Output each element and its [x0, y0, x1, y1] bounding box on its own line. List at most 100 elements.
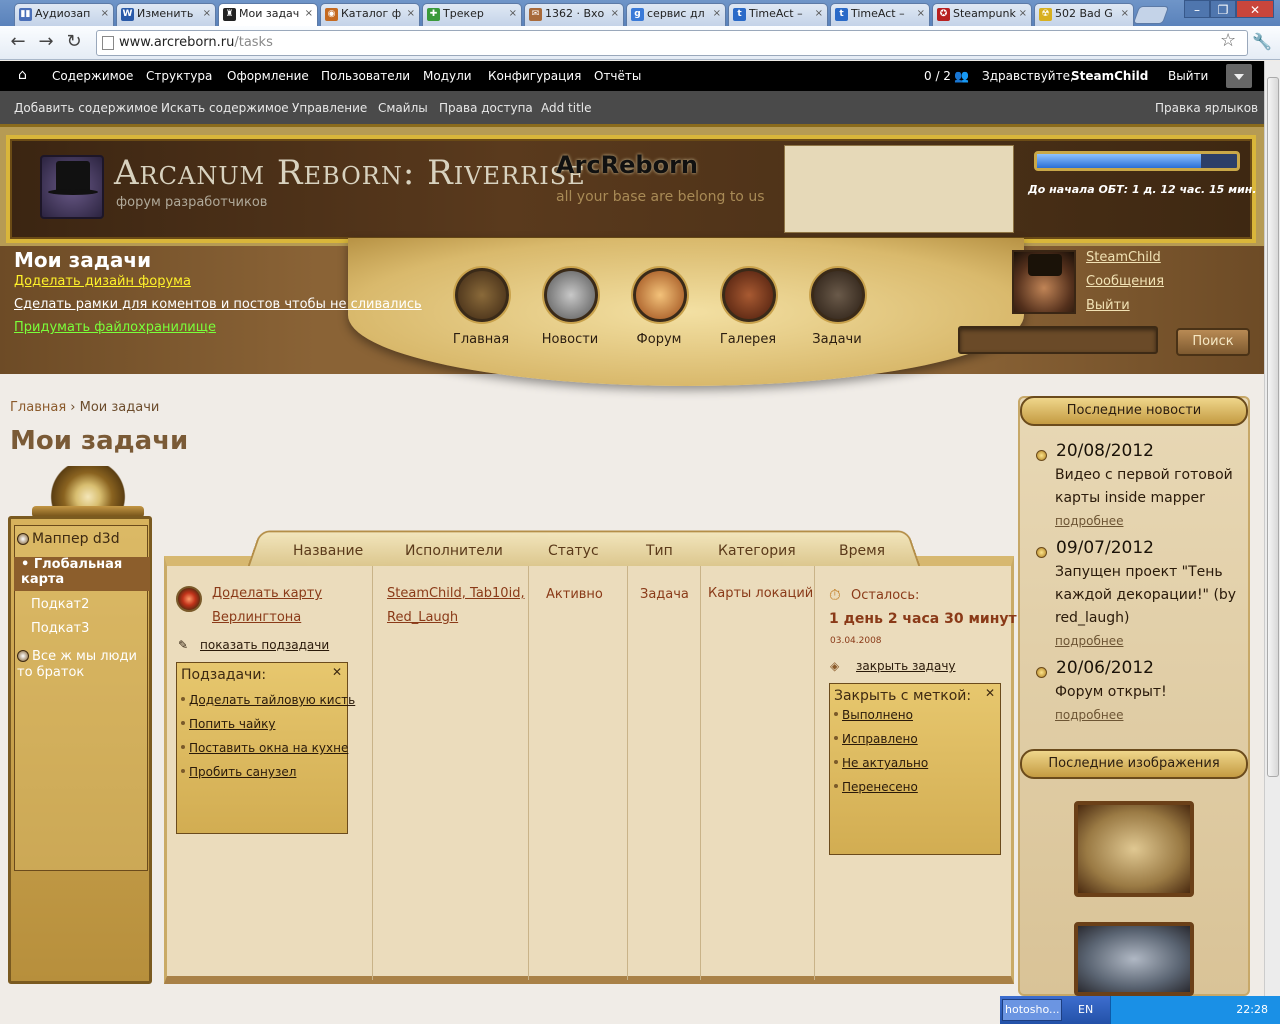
maximize-button[interactable]: ❐: [1210, 0, 1236, 18]
subtask-item[interactable]: Пробить санузел: [181, 765, 296, 779]
topic-link-design[interactable]: Доделать дизайн форума: [14, 274, 191, 289]
admin-logout-link[interactable]: Выйти: [1168, 69, 1208, 83]
browser-tab[interactable]: ☢ 502 Bad G ×: [1034, 3, 1134, 26]
column-title[interactable]: Название: [293, 543, 363, 559]
user-logout-link[interactable]: Выйти: [1086, 298, 1130, 313]
admin-menu-structure[interactable]: Структура: [146, 69, 212, 83]
page-scrollbar[interactable]: [1264, 61, 1280, 999]
gallery-thumbnail[interactable]: [1074, 801, 1194, 897]
tab-close-icon[interactable]: ×: [611, 4, 619, 24]
column-time[interactable]: Время: [839, 543, 885, 559]
task-title-link-line2[interactable]: Верлингтона: [212, 610, 301, 625]
nav-news[interactable]: Новости: [525, 332, 615, 347]
mug-icon[interactable]: [633, 268, 687, 322]
shortcut-add-title[interactable]: Add title: [541, 101, 592, 115]
assignees-link[interactable]: SteamChild, Tab10id,: [387, 586, 525, 601]
key-icon[interactable]: [455, 268, 509, 322]
topic-link-storage[interactable]: Придумать файлохранилище: [14, 320, 216, 335]
task-title-link[interactable]: Доделать карту: [212, 586, 322, 601]
subtask-item[interactable]: Попить чайку: [181, 717, 275, 731]
close-option[interactable]: Выполнено: [834, 708, 913, 722]
admin-menu-content[interactable]: Содержимое: [52, 69, 133, 83]
shortcut-find-content[interactable]: Искать содержимое: [161, 101, 289, 115]
left-menu-people[interactable]: Все ж мы люди то браток: [17, 649, 149, 681]
shortcut-smileys[interactable]: Смайлы: [378, 101, 428, 115]
admin-menu-appearance[interactable]: Оформление: [227, 69, 309, 83]
close-option[interactable]: Исправлено: [834, 732, 918, 746]
close-option[interactable]: Не актуально: [834, 756, 928, 770]
subtask-item[interactable]: Поставить окна на кухне: [181, 741, 348, 755]
topic-link-frames[interactable]: Сделать рамки для коментов и постов чтоб…: [14, 297, 422, 312]
close-option[interactable]: Перенесено: [834, 780, 918, 794]
admin-menu-users[interactable]: Пользователи: [321, 69, 410, 83]
browser-tab[interactable]: ✚ Трекер ×: [422, 3, 522, 26]
left-menu-subcat3[interactable]: Подкат3: [31, 621, 89, 636]
tab-close-icon[interactable]: ×: [101, 4, 109, 24]
browser-tab[interactable]: W Изменить ×: [116, 3, 216, 26]
close-window-button[interactable]: ✕: [1236, 0, 1274, 18]
column-status[interactable]: Статус: [548, 543, 599, 559]
language-indicator[interactable]: EN: [1078, 1003, 1093, 1016]
taskbar-app-button[interactable]: hotosho...: [1002, 999, 1062, 1021]
toolbar-toggle-icon[interactable]: [1226, 64, 1252, 88]
news-more-link[interactable]: подробнее: [1055, 514, 1123, 528]
nav-forum[interactable]: Форум: [614, 332, 704, 347]
close-task-link[interactable]: закрыть задачу: [856, 659, 956, 673]
news-icon[interactable]: [544, 268, 598, 322]
tab-close-icon[interactable]: ×: [203, 4, 211, 24]
wrench-icon[interactable]: 🔧: [1252, 32, 1272, 51]
user-messages-link[interactable]: Сообщения: [1086, 274, 1164, 289]
close-icon[interactable]: ✕: [332, 665, 342, 679]
admin-username[interactable]: SteamChild: [1071, 69, 1148, 83]
shortcut-manage[interactable]: Управление: [292, 101, 367, 115]
url-input[interactable]: www.arcreborn.ru/tasks: [96, 30, 1248, 56]
news-more-link[interactable]: подробнее: [1055, 708, 1123, 722]
keys-icon[interactable]: [811, 268, 865, 322]
browser-tab[interactable]: ♜ Мои задач ×: [218, 3, 318, 27]
shortcut-permissions[interactable]: Права доступа: [439, 101, 533, 115]
search-input[interactable]: [958, 326, 1158, 354]
news-more-link[interactable]: подробнее: [1055, 634, 1123, 648]
left-menu-mapper[interactable]: Маппер d3d: [17, 531, 120, 547]
column-category[interactable]: Категория: [718, 543, 796, 559]
scrollbar-thumb[interactable]: [1267, 77, 1279, 777]
tab-close-icon[interactable]: ×: [1121, 4, 1129, 24]
user-avatar[interactable]: [1012, 250, 1076, 314]
breadcrumb-home[interactable]: Главная: [10, 400, 66, 415]
nav-tasks[interactable]: Задачи: [792, 332, 882, 347]
edit-shortcuts-link[interactable]: Правка ярлыков: [1155, 101, 1258, 115]
close-icon[interactable]: ✕: [985, 686, 995, 700]
left-menu-global-map[interactable]: • Глобальная карта: [21, 557, 141, 587]
nav-home[interactable]: Главная: [436, 332, 526, 347]
browser-tab[interactable]: ✉ 1362 · Вхо ×: [524, 3, 624, 26]
show-subtasks-link[interactable]: показать подзадачи: [200, 638, 329, 652]
admin-menu-modules[interactable]: Модули: [423, 69, 472, 83]
browser-tab[interactable]: ✪ Steampunk ×: [932, 3, 1032, 26]
tab-close-icon[interactable]: ×: [815, 4, 823, 24]
left-menu-subcat2[interactable]: Подкат2: [31, 597, 89, 612]
gallery-thumbnail[interactable]: [1074, 922, 1194, 996]
reload-icon[interactable]: ↻: [62, 32, 86, 52]
subtask-item[interactable]: Доделать тайловую кисть: [181, 693, 355, 707]
admin-menu-reports[interactable]: Отчёты: [594, 69, 641, 83]
tab-close-icon[interactable]: ×: [509, 4, 517, 24]
forward-icon[interactable]: →: [34, 32, 58, 52]
minimize-button[interactable]: –: [1184, 0, 1210, 18]
tab-close-icon[interactable]: ×: [1019, 4, 1027, 24]
browser-tab[interactable]: t TimeAct – ×: [728, 3, 828, 26]
tab-close-icon[interactable]: ×: [407, 4, 415, 24]
assignees-link-line2[interactable]: Red_Laugh: [387, 610, 458, 625]
bookmark-star-icon[interactable]: ☆: [1220, 30, 1236, 51]
tab-close-icon[interactable]: ×: [305, 4, 313, 24]
user-profile-link[interactable]: SteamChild: [1086, 250, 1161, 265]
nav-gallery[interactable]: Галерея: [703, 332, 793, 347]
home-icon[interactable]: ⌂: [18, 67, 27, 83]
browser-tab[interactable]: ▮▮ Аудиозап ×: [14, 3, 114, 26]
tab-close-icon[interactable]: ×: [917, 4, 925, 24]
column-assignees[interactable]: Исполнители: [405, 543, 503, 559]
shortcut-add-content[interactable]: Добавить содержимое: [14, 101, 158, 115]
book-icon[interactable]: [722, 268, 776, 322]
browser-tab[interactable]: g сервис дл ×: [626, 3, 726, 26]
search-button[interactable]: Поиск: [1176, 328, 1250, 356]
logo-title[interactable]: Arcanum Reborn: Riverrise: [114, 153, 586, 193]
